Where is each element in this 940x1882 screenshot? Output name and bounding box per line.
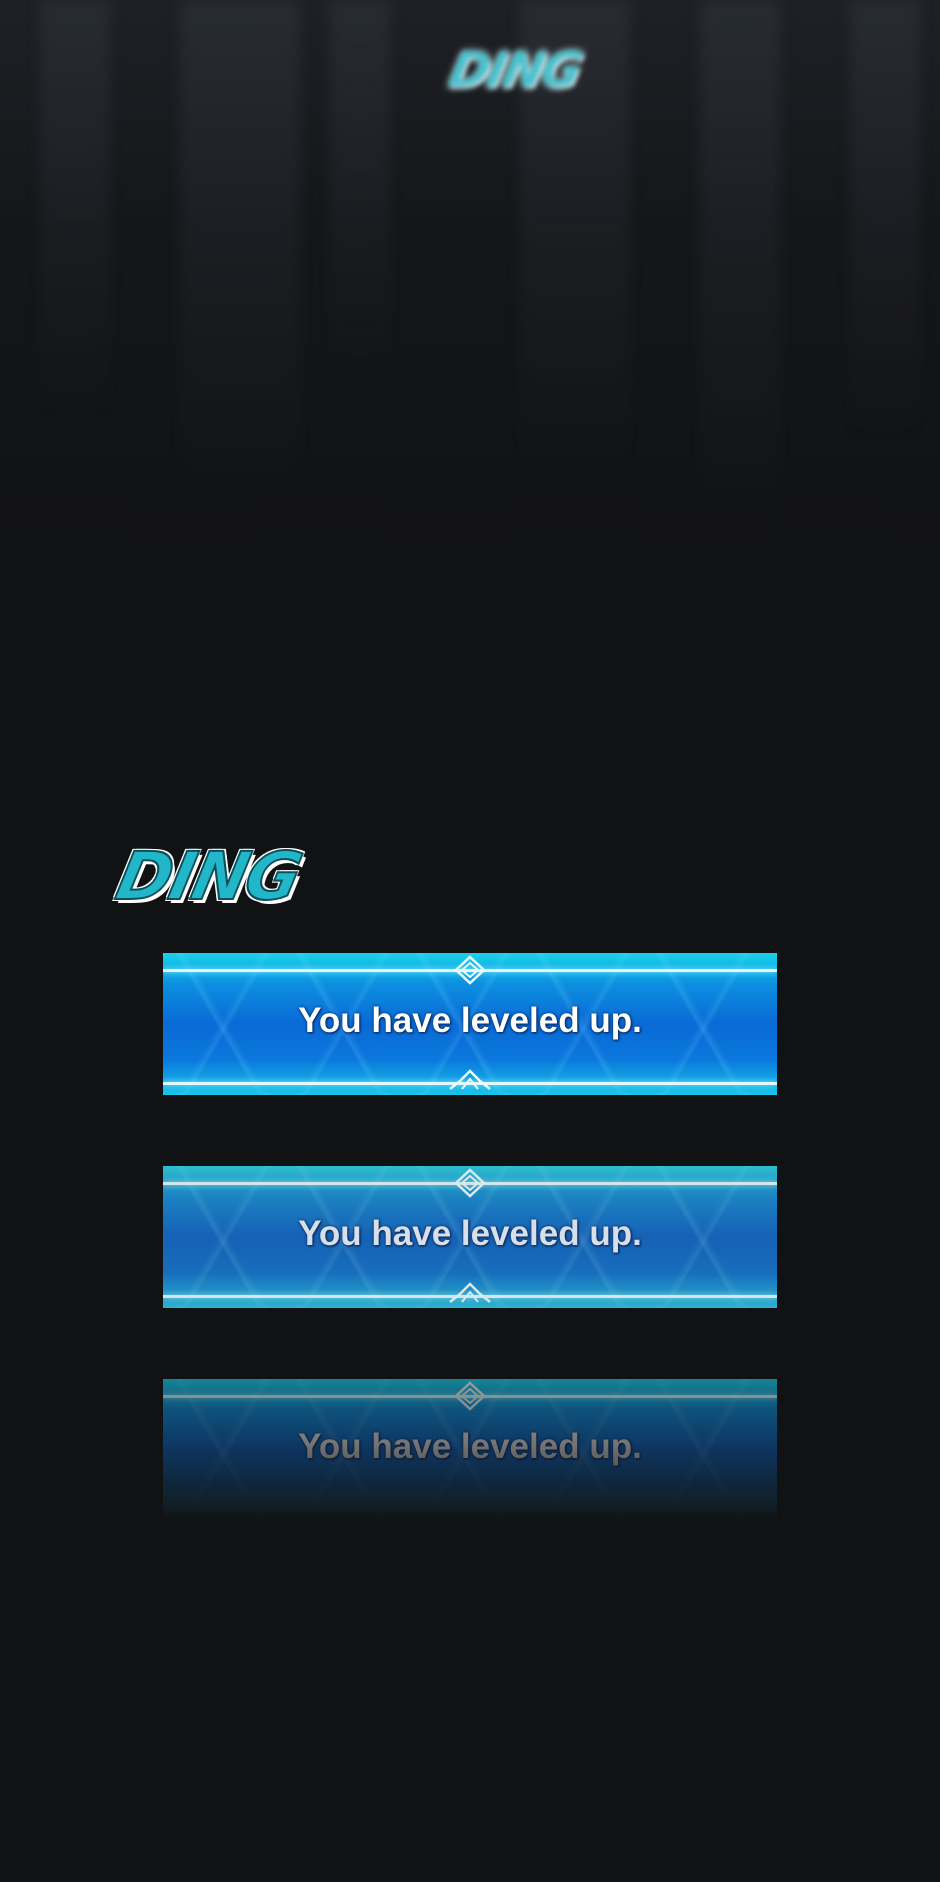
level-up-notification: You have leveled up. bbox=[163, 953, 777, 1095]
notification-message: You have leveled up. bbox=[298, 1001, 642, 1040]
diamond-ornament-icon bbox=[454, 1381, 486, 1411]
sfx-ding-blurred: DING bbox=[444, 42, 586, 98]
blur-streak bbox=[330, 0, 390, 380]
blur-streak bbox=[180, 0, 300, 500]
chevron-ornament-icon bbox=[449, 1069, 491, 1090]
chevron-ornament-icon bbox=[449, 1282, 491, 1303]
level-up-notification-fading: You have leveled up. bbox=[163, 1379, 777, 1521]
diamond-ornament-icon bbox=[454, 1168, 486, 1198]
level-up-notification: You have leveled up. bbox=[163, 1166, 777, 1308]
blur-streak bbox=[700, 0, 780, 520]
notification-message: You have leveled up. bbox=[298, 1427, 642, 1466]
blur-streak bbox=[40, 0, 110, 420]
notification-message: You have leveled up. bbox=[298, 1214, 642, 1253]
diamond-ornament-icon bbox=[454, 955, 486, 985]
blur-streak bbox=[850, 0, 920, 440]
sfx-ding: DING bbox=[109, 837, 308, 916]
